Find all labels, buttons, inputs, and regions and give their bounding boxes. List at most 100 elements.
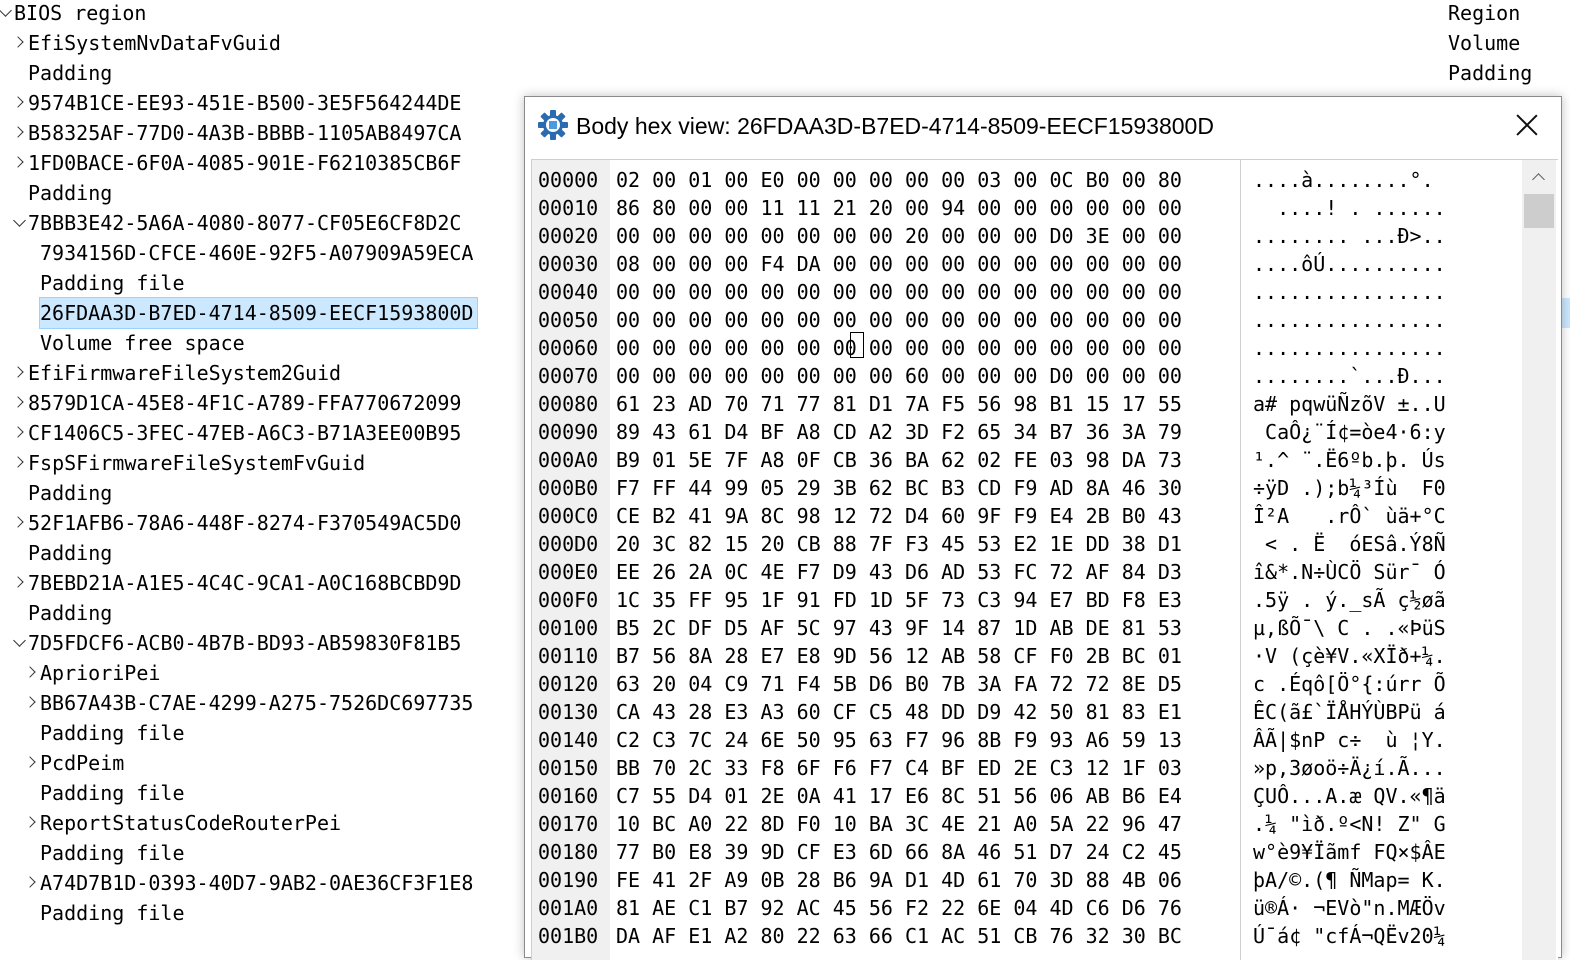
- hex-ascii[interactable]: .¼ "ìð.º<N! Z" G: [1253, 810, 1446, 838]
- chevron-right-icon[interactable]: [14, 28, 24, 58]
- tree-item[interactable]: Padding file: [0, 838, 530, 868]
- chevron-right-icon[interactable]: [14, 388, 24, 418]
- tree-item[interactable]: 7BBB3E42-5A6A-4080-8077-CF05E6CF8D2C: [0, 208, 530, 238]
- hex-ascii[interactable]: ·V (çè¥V.«XÏð+¼.: [1253, 642, 1446, 670]
- tree-item-selected[interactable]: 26FDAA3D-B7ED-4714-8509-EECF1593800D: [0, 297, 530, 329]
- hex-ascii[interactable]: ü®Á· ¬EVò"n.MÆÖv: [1253, 894, 1446, 922]
- tree-item[interactable]: 1FD0BACE-6F0A-4085-901E-F6210385CB6F: [0, 148, 530, 178]
- hex-ascii[interactable]: Î²A .rÔ` ùä+°C: [1253, 502, 1446, 530]
- hex-bytes[interactable]: 10 BC A0 22 8D F0 10 BA 3C 4E 21 A0 5A 2…: [616, 810, 1182, 838]
- hex-bytes[interactable]: 00 00 00 00 00 00 00 00 60 00 00 00 D0 0…: [616, 362, 1182, 390]
- chevron-right-icon[interactable]: [14, 358, 24, 388]
- hex-bytes[interactable]: 63 20 04 C9 71 F4 5B D6 B0 7B 3A FA 72 7…: [616, 670, 1182, 698]
- vertical-scrollbar[interactable]: [1522, 160, 1556, 960]
- hex-bytes[interactable]: CE B2 41 9A 8C 98 12 72 D4 60 9F F9 E4 2…: [616, 502, 1182, 530]
- hex-bytes[interactable]: B9 01 5E 7F A8 0F CB 36 BA 62 02 FE 03 9…: [616, 446, 1182, 474]
- hex-ascii[interactable]: »p,3øoö÷Ä¿í.Ã...: [1253, 754, 1446, 782]
- chevron-right-icon[interactable]: [14, 508, 24, 538]
- tree-item[interactable]: Padding file: [0, 898, 530, 928]
- hex-bytes[interactable]: 20 3C 82 15 20 CB 88 7F F3 45 53 E2 1E D…: [616, 530, 1182, 558]
- chevron-right-icon[interactable]: [14, 148, 24, 178]
- hex-bytes[interactable]: B7 56 8A 28 E7 E8 9D 56 12 AB 58 CF F0 2…: [616, 642, 1182, 670]
- tree-item[interactable]: AprioriPei: [0, 658, 530, 688]
- chevron-right-icon[interactable]: [26, 688, 36, 718]
- hex-ascii[interactable]: a# pqwüÑzõV ±..U: [1253, 390, 1446, 418]
- tree-item[interactable]: 8579D1CA-45E8-4F1C-A789-FFA770672099: [0, 388, 530, 418]
- tree-item[interactable]: EfiSystemNvDataFvGuid: [0, 28, 530, 58]
- hex-ascii[interactable]: ÊC(ã£`ÏÅHÝÙBPü á: [1253, 698, 1446, 726]
- hex-ascii[interactable]: þA/©.(¶ ÑMap= K.: [1253, 866, 1446, 894]
- hex-ascii[interactable]: ÇUÔ...A.æ QV.«¶ä: [1253, 782, 1446, 810]
- hex-bytes[interactable]: 00 00 00 00 00 00 00 00 00 00 00 00 00 0…: [616, 278, 1182, 306]
- chevron-down-icon[interactable]: [14, 208, 24, 238]
- hex-ascii[interactable]: ....à........°.: [1253, 166, 1434, 194]
- hex-ascii[interactable]: ........`...Ð...: [1253, 362, 1446, 390]
- close-button[interactable]: [1507, 105, 1547, 145]
- tree-item[interactable]: BIOS region: [0, 0, 530, 28]
- hex-bytes[interactable]: 77 B0 E8 39 9D CF E3 6D 66 8A 46 51 D7 2…: [616, 838, 1182, 866]
- chevron-right-icon[interactable]: [26, 868, 36, 898]
- hex-ascii[interactable]: w°è9¥Ïãmf FQ×$ÂE: [1253, 838, 1446, 866]
- chevron-right-icon[interactable]: [26, 748, 36, 778]
- hex-bytes[interactable]: CA 43 28 E3 A3 60 CF C5 48 DD D9 42 50 8…: [616, 698, 1182, 726]
- hex-bytes[interactable]: 89 43 61 D4 BF A8 CD A2 3D F2 65 34 B7 3…: [616, 418, 1182, 446]
- hex-bytes[interactable]: EE 26 2A 0C 4E F7 D9 43 D6 AD 53 FC 72 A…: [616, 558, 1182, 586]
- tree-item[interactable]: Volume free space: [0, 328, 530, 358]
- hex-bytes[interactable]: 86 80 00 00 11 11 21 20 00 94 00 00 00 0…: [616, 194, 1182, 222]
- hex-ascii[interactable]: ....! . ......: [1253, 194, 1446, 222]
- chevron-right-icon[interactable]: [14, 88, 24, 118]
- hex-ascii[interactable]: ÷ÿD .);b¼³Íù F0: [1253, 474, 1446, 502]
- chevron-right-icon[interactable]: [14, 118, 24, 148]
- hex-bytes[interactable]: 00 00 00 00 00 00 00 00 00 00 00 00 00 0…: [616, 334, 1182, 362]
- scroll-up-arrow-icon[interactable]: [1522, 160, 1556, 194]
- tree-item[interactable]: BB67A43B-C7AE-4299-A275-7526DC697735: [0, 688, 530, 718]
- tree-item[interactable]: Padding file: [0, 718, 530, 748]
- dialog-titlebar[interactable]: Body hex view: 26FDAA3D-B7ED-4714-8509-E…: [525, 97, 1561, 155]
- hex-bytes[interactable]: 1C 35 FF 95 1F 91 FD 1D 5F 73 C3 94 E7 B…: [616, 586, 1182, 614]
- tree-item[interactable]: 7D5FDCF6-ACB0-4B7B-BD93-AB59830F81B5: [0, 628, 530, 658]
- tree-item[interactable]: 52F1AFB6-78A6-448F-8274-F370549AC5D0: [0, 508, 530, 538]
- hex-bytes[interactable]: 00 00 00 00 00 00 00 00 20 00 00 00 D0 3…: [616, 222, 1182, 250]
- tree-item[interactable]: FspSFirmwareFileSystemFvGuid: [0, 448, 530, 478]
- hex-ascii[interactable]: < . Ë óESâ.Ý8Ñ: [1253, 530, 1446, 558]
- hex-bytes[interactable]: BB 70 2C 33 F8 6F F6 F7 C4 BF ED 2E C3 1…: [616, 754, 1182, 782]
- tree-item[interactable]: Padding: [0, 58, 530, 88]
- chevron-down-icon[interactable]: [0, 0, 10, 28]
- tree-item[interactable]: CF1406C5-3FEC-47EB-A6C3-B71A3EE00B95: [0, 418, 530, 448]
- chevron-right-icon[interactable]: [14, 418, 24, 448]
- chevron-down-icon[interactable]: [14, 628, 24, 658]
- hex-bytes[interactable]: C7 55 D4 01 2E 0A 41 17 E6 8C 51 56 06 A…: [616, 782, 1182, 810]
- hex-ascii[interactable]: ....ôÚ..........: [1253, 250, 1446, 278]
- hex-ascii[interactable]: î&*.N÷ÙCÖ Sür¯ Ó: [1253, 558, 1446, 586]
- hex-bytes[interactable]: 00 00 00 00 00 00 00 00 00 00 00 00 00 0…: [616, 306, 1182, 334]
- hex-bytes[interactable]: DA AF E1 A2 80 22 63 66 C1 AC 51 CB 76 3…: [616, 922, 1182, 950]
- chevron-right-icon[interactable]: [26, 658, 36, 688]
- scrollbar-thumb[interactable]: [1524, 194, 1554, 228]
- tree-item[interactable]: Padding file: [0, 268, 530, 298]
- structure-tree[interactable]: BIOS region EfiSystemNvDataFvGuid Padding 9…: [0, 0, 530, 934]
- hex-bytes[interactable]: 81 AE C1 B7 92 AC 45 56 F2 22 6E 04 4D C…: [616, 894, 1182, 922]
- tree-item[interactable]: Padding: [0, 538, 530, 568]
- tree-item[interactable]: Padding file: [0, 778, 530, 808]
- hex-ascii[interactable]: Ú¯á¢ "cfÁ¬QËv20¼: [1253, 922, 1446, 950]
- tree-item[interactable]: B58325AF-77D0-4A3B-BBBB-1105AB8497CA: [0, 118, 530, 148]
- tree-item[interactable]: Padding: [0, 178, 530, 208]
- tree-item[interactable]: EfiFirmwareFileSystem2Guid: [0, 358, 530, 388]
- hex-ascii[interactable]: ................: [1253, 306, 1446, 334]
- tree-item[interactable]: 9574B1CE-EE93-451E-B500-3E5F564244DE: [0, 88, 530, 118]
- hex-view-panel[interactable]: 00000 02 00 01 00 E0 00 00 00 00 00 03 00…: [531, 159, 1558, 960]
- hex-ascii[interactable]: ................: [1253, 334, 1446, 362]
- tree-item[interactable]: PcdPeim: [0, 748, 530, 778]
- hex-bytes[interactable]: 02 00 01 00 E0 00 00 00 00 00 03 00 0C B…: [616, 166, 1182, 194]
- hex-ascii[interactable]: CaÔ¿¨Í¢=òe4·6:y: [1253, 418, 1446, 446]
- hex-ascii[interactable]: ................: [1253, 278, 1446, 306]
- hex-bytes[interactable]: C2 C3 7C 24 6E 50 95 63 F7 96 8B F9 93 A…: [616, 726, 1182, 754]
- hex-ascii[interactable]: .5ÿ . ý._sÃ ç½øã: [1253, 586, 1446, 614]
- chevron-right-icon[interactable]: [26, 808, 36, 838]
- hex-bytes[interactable]: FE 41 2F A9 0B 28 B6 9A D1 4D 61 70 3D 8…: [616, 866, 1182, 894]
- hex-bytes[interactable]: 61 23 AD 70 71 77 81 D1 7A F5 56 98 B1 1…: [616, 390, 1182, 418]
- chevron-right-icon[interactable]: [14, 568, 24, 598]
- hex-bytes[interactable]: 08 00 00 00 F4 DA 00 00 00 00 00 00 00 0…: [616, 250, 1182, 278]
- tree-item[interactable]: A74D7B1D-0393-40D7-9AB2-0AE36CF3F1E8: [0, 868, 530, 898]
- tree-item[interactable]: 7BEBD21A-A1E5-4C4C-9CA1-A0C168BCBD9D: [0, 568, 530, 598]
